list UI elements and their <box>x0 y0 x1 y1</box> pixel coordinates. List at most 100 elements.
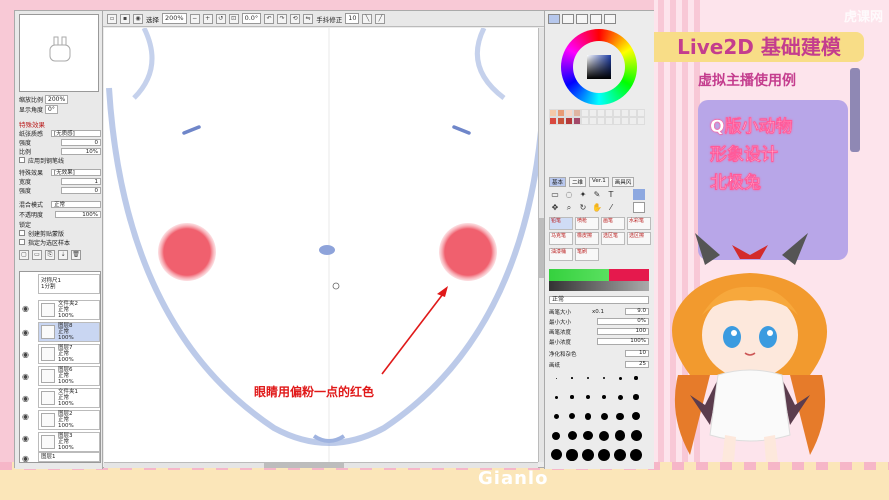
brush-size-field[interactable]: 9.0 <box>625 308 649 315</box>
tab-paint[interactable]: 画具风 <box>611 177 635 187</box>
move-icon[interactable]: ✥ <box>549 202 561 213</box>
swatch[interactable] <box>565 117 573 125</box>
brush-size-preset[interactable] <box>549 429 563 443</box>
swatch[interactable] <box>597 109 605 117</box>
magic-wand-icon[interactable]: ✦ <box>577 189 589 200</box>
layer-item[interactable]: 对称尺1 1分割 <box>38 274 100 294</box>
swatch[interactable] <box>549 109 557 117</box>
scratchpad-tab[interactable] <box>604 14 616 24</box>
hsv-slider-tab[interactable] <box>576 14 588 24</box>
brush-size-preset[interactable] <box>597 448 611 462</box>
layer-item[interactable]: 图层1 <box>38 452 100 462</box>
select-source-row[interactable]: 指定为选区样本 <box>19 238 101 247</box>
zoom-field[interactable]: 200% <box>162 13 187 24</box>
min-density-field[interactable]: 100% <box>597 338 649 345</box>
eyedropper-icon[interactable]: ✎ <box>591 189 603 200</box>
layer-item[interactable]: 图层6 正常 100% <box>38 366 100 386</box>
gray-gradient-bar[interactable] <box>549 281 649 291</box>
angle-field[interactable]: 0.0° <box>241 13 262 24</box>
flip-icon[interactable]: ⇋ <box>303 13 314 24</box>
swatch[interactable] <box>605 109 613 117</box>
brush-size-preset[interactable] <box>581 448 595 462</box>
mix-field[interactable]: 10 <box>625 350 649 357</box>
brush-size-preset[interactable] <box>613 429 627 443</box>
rotate-reset-icon[interactable]: ⟲ <box>290 13 301 24</box>
brush-brush[interactable]: 画笔 <box>601 217 625 230</box>
current-color-bar[interactable] <box>549 269 649 281</box>
delete-layer-icon[interactable]: 🗑 <box>71 250 81 260</box>
new-canvas-icon[interactable]: ▫ <box>107 13 117 24</box>
brush-size-preset[interactable] <box>613 390 627 404</box>
brush-size-preset[interactable] <box>597 429 611 443</box>
swatch[interactable] <box>557 109 565 117</box>
brush-size-preset[interactable] <box>565 390 579 404</box>
tab-basic[interactable]: 基本 <box>549 177 567 187</box>
eye-icon[interactable]: ◉ <box>22 328 34 340</box>
brush-blend-dropdown[interactable]: 正常 <box>549 295 649 304</box>
color-square[interactable] <box>587 55 611 79</box>
text-icon[interactable]: T <box>605 189 617 200</box>
brush-marker[interactable]: 马克笔 <box>549 232 573 246</box>
swatch[interactable] <box>565 109 573 117</box>
swatch[interactable] <box>573 117 581 125</box>
navigator-preview[interactable] <box>19 14 99 92</box>
horizontal-scrollbar[interactable] <box>104 462 538 468</box>
swatch[interactable] <box>613 109 621 117</box>
swatch[interactable] <box>573 109 581 117</box>
eye-icon[interactable]: ◉ <box>22 350 34 362</box>
clip-checkbox[interactable] <box>19 230 25 236</box>
strength-field[interactable]: 0 <box>61 138 101 146</box>
brush-size-preset[interactable] <box>549 409 563 423</box>
brush-pencil[interactable]: 铅笔 <box>549 217 573 230</box>
effect-strength-field[interactable]: 0 <box>61 186 101 194</box>
new-layer-icon[interactable]: ▢ <box>19 250 29 260</box>
layer-item-selected[interactable]: 图层8 正常 100% <box>38 322 100 342</box>
blend-mode-dropdown[interactable]: 正常 <box>51 200 101 208</box>
zoom-reset-icon[interactable]: ↺ <box>215 13 226 24</box>
swatch[interactable] <box>637 117 645 125</box>
swatch[interactable] <box>589 117 597 125</box>
color-wheel-tab[interactable] <box>548 14 560 24</box>
secondary-color-icon[interactable] <box>633 202 645 213</box>
color-wheel[interactable] <box>561 29 637 105</box>
brush-size-preset[interactable] <box>597 371 611 385</box>
brush-texture[interactable]: 笔刷 <box>575 247 599 261</box>
save-icon[interactable]: ▪ <box>120 13 130 24</box>
brush-size-preset[interactable] <box>581 371 595 385</box>
brush-size-preset[interactable] <box>581 409 595 423</box>
stabilizer-field[interactable]: 10 <box>345 13 360 24</box>
paper-field[interactable]: 25 <box>625 361 649 368</box>
swatch[interactable] <box>629 117 637 125</box>
brush-size-preset[interactable] <box>565 429 579 443</box>
rotate-left-icon[interactable]: ↶ <box>264 13 275 24</box>
eye-icon[interactable]: ◉ <box>22 434 34 446</box>
swatch[interactable] <box>589 109 597 117</box>
eye-icon[interactable]: ◉ <box>22 454 34 466</box>
brush-size-preset[interactable] <box>613 409 627 423</box>
brush-size-preset[interactable] <box>549 371 563 385</box>
copy-layer-icon[interactable]: ⎘ <box>45 250 55 260</box>
brush-size-preset[interactable] <box>597 409 611 423</box>
clip-row[interactable]: 创建剪贴蒙版 <box>19 229 101 238</box>
select-source-checkbox[interactable] <box>19 239 25 245</box>
brush-size-preset[interactable] <box>549 390 563 404</box>
layer-item[interactable]: 文件夹2 正常 100% <box>38 300 100 320</box>
new-folder-icon[interactable]: ▭ <box>32 250 42 260</box>
view-icon[interactable]: ◉ <box>133 13 143 24</box>
lasso-icon[interactable]: ◌ <box>563 189 575 200</box>
layer-item[interactable]: 图层2 正常 100% <box>38 410 100 430</box>
brush-size-preset[interactable] <box>565 371 579 385</box>
tab-ver1[interactable]: Ver.1 <box>589 177 609 187</box>
swatch-tab[interactable] <box>590 14 602 24</box>
swatch[interactable] <box>621 109 629 117</box>
brush-size-mult[interactable]: x0.1 <box>592 309 604 315</box>
brush-size-preset[interactable] <box>565 448 579 462</box>
opacity-slider[interactable]: 100% <box>55 210 101 218</box>
zoom-icon[interactable]: ⌕ <box>563 202 575 213</box>
brush-size-preset[interactable] <box>581 390 595 404</box>
brush-size-preset[interactable] <box>629 429 643 443</box>
brush-select-pen[interactable]: 选区笔 <box>601 232 625 246</box>
brush-watercolor[interactable]: 水彩笔 <box>627 217 651 230</box>
eye-icon[interactable]: ◉ <box>22 412 34 424</box>
swatch[interactable] <box>629 109 637 117</box>
